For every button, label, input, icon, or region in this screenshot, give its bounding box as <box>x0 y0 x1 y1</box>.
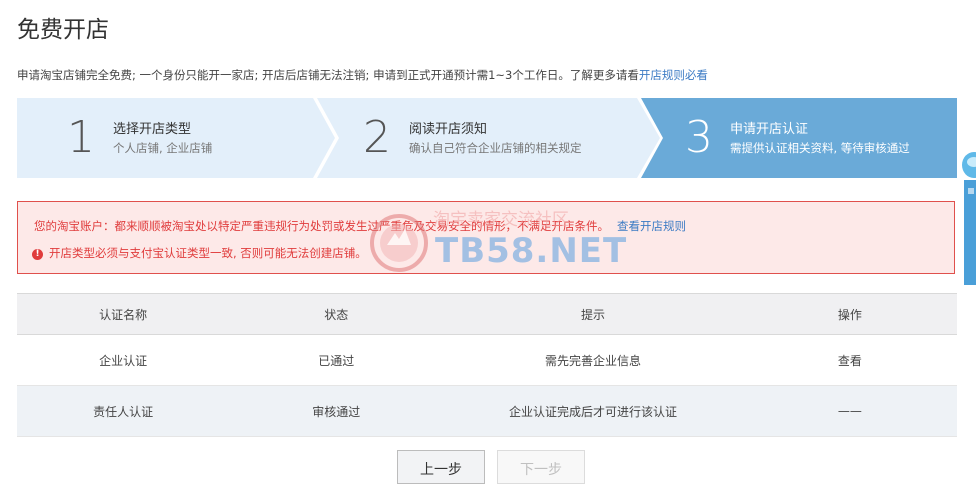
step-1: 1 选择开店类型 个人店铺, 企业店铺 <box>17 98 317 178</box>
cert-hint: 企业认证完成后才可进行该认证 <box>443 385 743 437</box>
step-2-subtitle: 确认自己符合企业店铺的相关规定 <box>409 141 582 155</box>
page-title: 免费开店 <box>17 17 109 43</box>
cert-status: 已通过 <box>229 334 444 386</box>
side-help-widget[interactable] <box>960 150 976 285</box>
step-3-subtitle: 需提供认证相关资料, 等待审核通过 <box>730 141 910 155</box>
table-row: 责任人认证 审核通过 企业认证完成后才可进行该认证 —— <box>17 385 957 437</box>
cert-name: 责任人认证 <box>17 385 230 437</box>
view-rules-link[interactable]: 查看开店规则 <box>617 219 686 233</box>
step-3-title: 申请开店认证 <box>730 122 809 137</box>
warning-icon: ! <box>32 249 43 260</box>
step-3: 3 申请开店认证 需提供认证相关资料, 等待审核通过 <box>641 98 957 178</box>
header-status: 状态 <box>229 293 444 335</box>
error-alert: 您的淘宝账户：都来顺顺被淘宝处以特定严重违规行为处罚或发生过严重危及交易安全的情… <box>17 201 955 274</box>
header-hint: 提示 <box>443 293 743 335</box>
cert-hint: 需先完善企业信息 <box>443 334 743 386</box>
step-3-number: 3 <box>685 112 713 163</box>
description-text: 申请淘宝店铺完全免费; 一个身份只能开一家店; 开店后店铺无法注销; 申请到正式… <box>17 68 639 82</box>
alert-message: 您的淘宝账户：都来顺顺被淘宝处以特定严重违规行为处罚或发生过严重危及交易安全的情… <box>34 219 609 233</box>
alert-warning-line: ! 开店类型必须与支付宝认证类型一致, 否则可能无法创建店铺。 <box>32 245 367 261</box>
step-1-number: 1 <box>67 112 95 163</box>
cert-name: 企业认证 <box>17 334 230 386</box>
table-row: 企业认证 已通过 需先完善企业信息 查看 <box>17 334 957 386</box>
step-2-number: 2 <box>363 112 391 163</box>
header-name: 认证名称 <box>17 293 230 335</box>
table-header-row: 认证名称 状态 提示 操作 <box>17 293 957 335</box>
progress-steps: 1 选择开店类型 个人店铺, 企业店铺 2 阅读开店须知 确认自己符合企业店铺的… <box>17 98 957 178</box>
cert-action: —— <box>742 385 957 437</box>
cert-status: 审核通过 <box>229 385 444 437</box>
step-1-title: 选择开店类型 <box>113 122 192 137</box>
rules-link[interactable]: 开店规则必看 <box>639 68 708 82</box>
help-bubble-icon <box>962 152 976 285</box>
certification-table: 认证名称 状态 提示 操作 企业认证 已通过 需先完善企业信息 查看 责任人认证… <box>17 293 957 437</box>
page-description: 申请淘宝店铺完全免费; 一个身份只能开一家店; 开店后店铺无法注销; 申请到正式… <box>17 67 708 83</box>
view-action-link[interactable]: 查看 <box>742 334 957 386</box>
alert-message-line: 您的淘宝账户：都来顺顺被淘宝处以特定严重违规行为处罚或发生过严重危及交易安全的情… <box>34 218 686 234</box>
step-2: 2 阅读开店须知 确认自己符合企业店铺的相关规定 <box>317 98 641 178</box>
step-2-title: 阅读开店须知 <box>409 122 488 137</box>
header-action: 操作 <box>742 293 957 335</box>
alert-warning: 开店类型必须与支付宝认证类型一致, 否则可能无法创建店铺。 <box>49 246 367 260</box>
step-1-subtitle: 个人店铺, 企业店铺 <box>113 141 213 155</box>
